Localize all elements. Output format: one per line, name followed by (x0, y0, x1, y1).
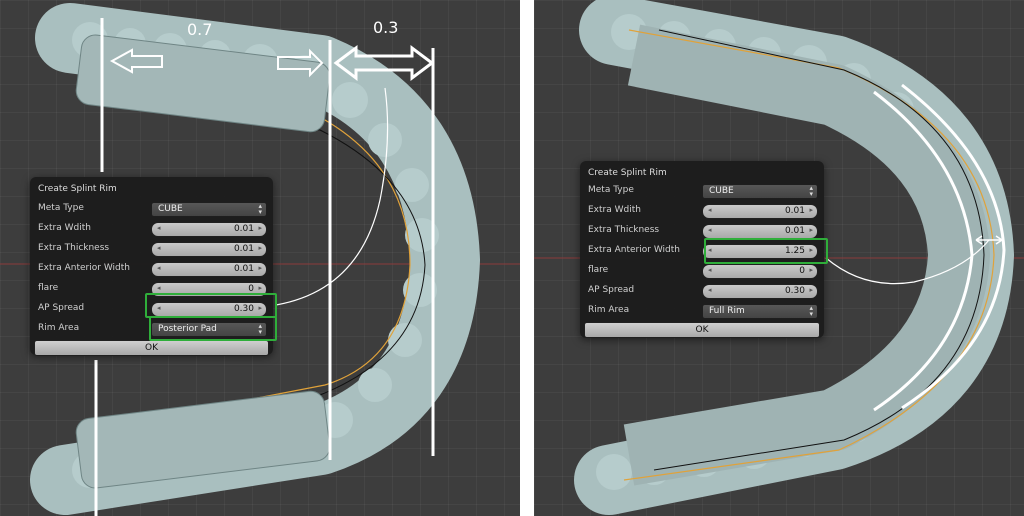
decrement-icon[interactable]: ◂ (708, 286, 712, 294)
flare-label: flare (588, 265, 609, 275)
decrement-icon[interactable]: ◂ (157, 244, 161, 252)
select-updown-icon: ▴ ▾ (809, 184, 813, 198)
decrement-icon[interactable]: ◂ (157, 284, 161, 292)
dialog-title: Create Splint Rim (588, 168, 667, 178)
decrement-icon[interactable]: ◂ (708, 266, 712, 274)
extra-width-label: Extra Wdith (38, 223, 91, 233)
increment-icon[interactable]: ▸ (258, 264, 262, 272)
ap-spread-row: AP Spread ◂ 0.30 ▸ (588, 284, 818, 299)
increment-icon[interactable]: ▸ (258, 224, 262, 232)
annotation-ratio-left: 0.7 (187, 20, 213, 39)
increment-icon[interactable]: ▸ (258, 244, 262, 252)
extra-width-label: Extra Wdith (588, 205, 641, 215)
flare-field[interactable]: ◂ 0 ▸ (702, 264, 818, 279)
extra-anterior-width-row: Extra Anterior Width ◂ 0.01 ▸ (38, 262, 267, 277)
decrement-icon[interactable]: ◂ (157, 224, 161, 232)
decrement-icon[interactable]: ◂ (157, 264, 161, 272)
extra-thickness-label: Extra Thickness (38, 243, 110, 253)
increment-icon[interactable]: ▸ (258, 284, 262, 292)
extra-width-row: Extra Wdith ◂ 0.01 ▸ (588, 204, 818, 219)
flare-value: 0 (799, 266, 805, 276)
select-updown-icon: ▴ ▾ (258, 202, 262, 216)
increment-icon[interactable]: ▸ (809, 266, 813, 274)
viewport-left[interactable]: 0.7 0.3 Create Splint Rim Meta Type CUBE… (0, 0, 520, 516)
meta-type-label: Meta Type (588, 185, 634, 195)
highlight-ap-spread (145, 293, 277, 318)
increment-icon[interactable]: ▸ (809, 286, 813, 294)
extra-width-value: 0.01 (784, 206, 805, 216)
extra-thickness-row: Extra Thickness ◂ 0.01 ▸ (588, 224, 818, 239)
extra-anterior-width-label: Extra Anterior Width (588, 245, 680, 255)
ap-spread-field[interactable]: ◂ 0.30 ▸ (702, 284, 818, 299)
extra-thickness-field[interactable]: ◂ 0.01 ▸ (151, 242, 267, 257)
rim-area-value: Full Rim (709, 306, 745, 316)
decrement-icon[interactable]: ◂ (708, 226, 712, 234)
extra-thickness-field[interactable]: ◂ 0.01 ▸ (702, 224, 818, 239)
ap-spread-value: 0.30 (784, 286, 805, 296)
meta-type-value: CUBE (158, 204, 183, 214)
extra-anterior-width-label: Extra Anterior Width (38, 263, 130, 273)
rim-area-row: Rim Area Full Rim ▴ ▾ (588, 304, 818, 319)
viewport-right[interactable]: Create Splint Rim Meta Type CUBE ▴ ▾ Extr… (534, 0, 1024, 516)
extra-anterior-width-field[interactable]: ◂ 0.01 ▸ (151, 262, 267, 277)
extra-thickness-row: Extra Thickness ◂ 0.01 ▸ (38, 242, 267, 257)
extra-anterior-width-value: 0.01 (233, 264, 254, 274)
extra-width-field[interactable]: ◂ 0.01 ▸ (151, 222, 267, 237)
highlight-extra-anterior-width (704, 238, 828, 264)
meta-type-row: Meta Type CUBE ▴ ▾ (38, 202, 267, 217)
meta-type-label: Meta Type (38, 203, 84, 213)
meta-type-select[interactable]: CUBE ▴ ▾ (702, 184, 818, 199)
extra-thickness-label: Extra Thickness (588, 225, 660, 235)
annotation-ratio-right: 0.3 (373, 18, 399, 37)
meta-type-row: Meta Type CUBE ▴ ▾ (588, 184, 818, 199)
increment-icon[interactable]: ▸ (809, 206, 813, 214)
ap-spread-label: AP Spread (38, 303, 85, 313)
increment-icon[interactable]: ▸ (809, 226, 813, 234)
highlight-rim-area (149, 316, 277, 341)
rim-area-select[interactable]: Full Rim ▴ ▾ (702, 304, 818, 319)
ok-button[interactable]: OK (584, 322, 820, 338)
rim-area-label: Rim Area (38, 323, 80, 333)
extra-width-row: Extra Wdith ◂ 0.01 ▸ (38, 222, 267, 237)
flare-label: flare (38, 283, 59, 293)
meta-type-value: CUBE (709, 186, 734, 196)
extra-width-field[interactable]: ◂ 0.01 ▸ (702, 204, 818, 219)
extra-width-value: 0.01 (233, 224, 254, 234)
dialog-title: Create Splint Rim (38, 184, 117, 194)
extra-thickness-value: 0.01 (233, 244, 254, 254)
ok-button[interactable]: OK (34, 340, 269, 356)
extra-thickness-value: 0.01 (784, 226, 805, 236)
rim-area-label: Rim Area (588, 305, 630, 315)
decrement-icon[interactable]: ◂ (708, 206, 712, 214)
ap-spread-label: AP Spread (588, 285, 635, 295)
flare-row: flare ◂ 0 ▸ (588, 264, 818, 279)
meta-type-select[interactable]: CUBE ▴ ▾ (151, 202, 267, 217)
select-updown-icon: ▴ ▾ (809, 304, 813, 318)
